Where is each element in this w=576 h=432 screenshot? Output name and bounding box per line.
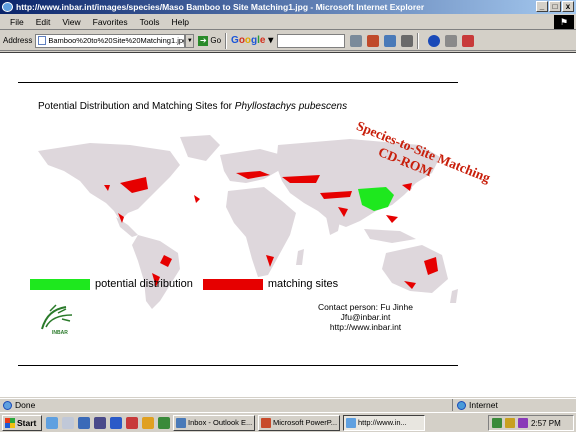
start-label: Start (17, 417, 37, 428)
google-search-input[interactable] (277, 33, 346, 48)
popup-blocker-icon[interactable] (401, 34, 414, 47)
status-text: Done (15, 400, 36, 410)
menu-help[interactable]: Help (171, 17, 188, 27)
map-legend: potential distribution matching sites (30, 278, 348, 290)
globe-icon (457, 400, 466, 410)
google-toolbar-logo[interactable]: Google ▾ (231, 35, 273, 46)
contact-url: http://www.inbar.int (329, 322, 402, 332)
start-button[interactable]: Start (2, 414, 42, 431)
pencil-icon[interactable] (462, 34, 475, 47)
map-title: Potential Distribution and Matching Site… (38, 101, 347, 112)
news-icon[interactable] (367, 34, 380, 47)
page-info-icon[interactable] (384, 34, 397, 47)
address-value: Bamboo%20to%20Site%20Matching1.jpg (48, 36, 186, 45)
page-done-icon (3, 400, 12, 410)
contact-person: Contact person: Fu Jinhe (318, 302, 413, 312)
quicklaunch-outlook-icon[interactable] (62, 416, 74, 429)
outlook-icon (176, 417, 186, 428)
inbar-logo: INBAR (41, 304, 73, 335)
taskbar: Start Inbox - Outlook E... Microsoft Pow… (0, 412, 576, 432)
task-label: Inbox - Outlook E... (188, 418, 253, 427)
quicklaunch-media-icon[interactable] (94, 416, 106, 429)
tray-app-icon[interactable] (518, 418, 528, 428)
legend-label-matching: matching sites (267, 278, 339, 290)
task-label: Microsoft PowerP... (273, 418, 338, 427)
menu-bar: File Edit View Favorites Tools Help ⚑ (0, 14, 576, 30)
quicklaunch-word-icon[interactable] (158, 416, 170, 429)
windows-logo-icon (5, 417, 15, 428)
quicklaunch-folder-icon[interactable] (142, 416, 154, 429)
svg-text:INBAR: INBAR (52, 330, 68, 335)
google-letter: G (231, 35, 239, 46)
zone-label: Internet (469, 400, 498, 410)
task-label: http://www.in... (358, 418, 407, 427)
title-bar: http://www.inbar.int/images/species/Maso… (0, 0, 576, 14)
binoculars-icon[interactable] (350, 34, 363, 47)
map-title-species: Phyllostachys pubescens (234, 101, 348, 112)
contact-info: Contact person: Fu Jinhe Jfu@inbar.int h… (318, 302, 413, 332)
quicklaunch-ie-icon[interactable] (46, 416, 58, 429)
tray-network-icon[interactable] (492, 418, 502, 428)
map-title-text: Potential Distribution and Matching Site… (38, 101, 235, 112)
menu-tools[interactable]: Tools (140, 17, 160, 27)
close-button[interactable]: x (562, 1, 574, 12)
legend-swatch-potential (30, 278, 90, 290)
menu-favorites[interactable]: Favorites (93, 17, 128, 27)
quicklaunch-desktop-icon[interactable] (78, 416, 90, 429)
tray-volume-icon[interactable] (505, 418, 515, 428)
maximize-button[interactable]: □ (549, 1, 561, 12)
minimize-button[interactable]: _ (536, 1, 548, 12)
legend-label-potential: potential distribution (95, 278, 193, 290)
info-icon[interactable] (428, 34, 441, 47)
internet-explorer-icon (2, 2, 13, 12)
browser-window: http://www.inbar.int/images/species/Maso… (0, 0, 576, 432)
toolbar-separator (225, 32, 228, 49)
go-arrow-icon: ➔ (198, 35, 209, 46)
google-dropdown-icon[interactable]: ▾ (268, 35, 273, 46)
task-internet-explorer[interactable]: http://www.in... (343, 414, 425, 431)
system-tray: 2:57 PM (488, 415, 574, 431)
address-bar: Address Bamboo%20to%20Site%20Matching1.j… (0, 31, 576, 51)
page-icon (38, 36, 47, 45)
quicklaunch-app-icon[interactable] (126, 416, 138, 429)
windows-flag-icon: ⚑ (554, 15, 574, 29)
address-label: Address (3, 36, 33, 45)
page-content: Potential Distribution and Matching Site… (0, 52, 576, 397)
status-left: Done (0, 400, 452, 410)
go-button[interactable]: ➔ Go (198, 35, 222, 46)
task-powerpoint[interactable]: Microsoft PowerP... (258, 414, 340, 431)
toolbar-separator (417, 32, 420, 49)
google-letter: e (259, 35, 266, 46)
quicklaunch-messenger-icon[interactable] (110, 416, 122, 429)
legend-swatch-matching (202, 278, 263, 290)
clock[interactable]: 2:57 PM (531, 419, 561, 428)
window-title: http://www.inbar.int/images/species/Maso… (16, 2, 425, 12)
status-bar: Done Internet (0, 398, 576, 411)
task-outlook[interactable]: Inbox - Outlook E... (173, 414, 255, 431)
go-label: Go (210, 36, 222, 45)
security-zone: Internet (452, 399, 498, 411)
window-controls: _ □ x (536, 1, 574, 12)
options-icon[interactable] (445, 34, 458, 47)
menu-file[interactable]: File (10, 17, 24, 27)
address-input[interactable]: Bamboo%20to%20Site%20Matching1.jpg (35, 33, 186, 48)
address-dropdown-button[interactable]: ▼ (185, 33, 195, 48)
menu-view[interactable]: View (62, 17, 80, 27)
menu-edit[interactable]: Edit (36, 17, 51, 27)
contact-email: Jfu@inbar.int (340, 312, 391, 322)
powerpoint-icon (261, 417, 271, 428)
ie-task-icon (346, 417, 356, 428)
